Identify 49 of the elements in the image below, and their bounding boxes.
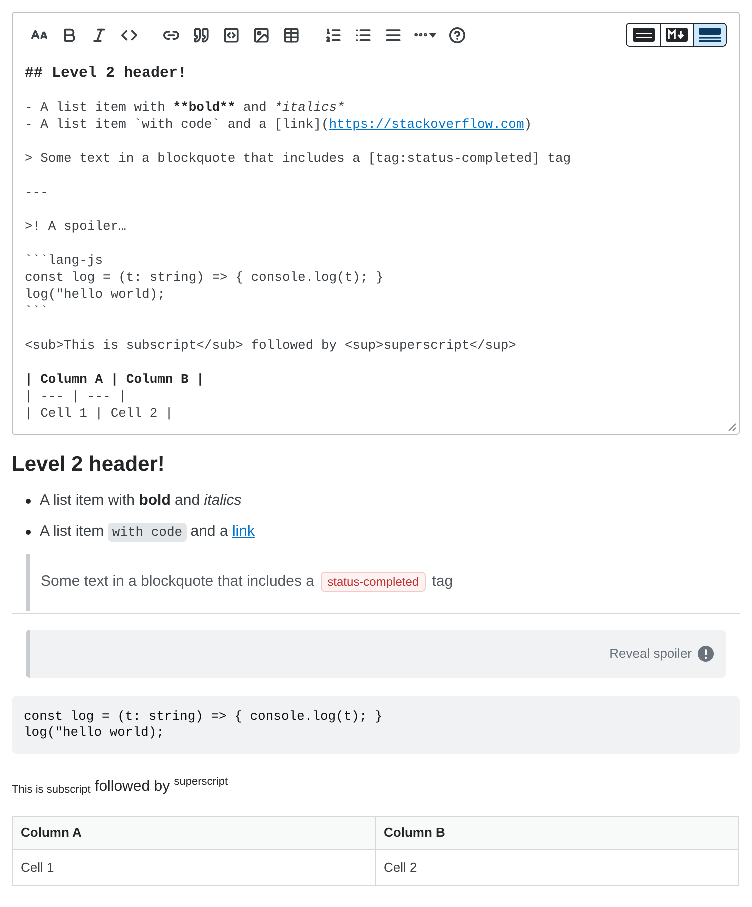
italic-icon [90, 26, 108, 44]
url-link[interactable]: https://stackoverflow.com [329, 117, 524, 132]
markdown-editor[interactable] [12, 12, 740, 435]
reveal-spoiler-label[interactable]: Reveal spoiler [610, 644, 692, 664]
caret-icon [429, 32, 437, 38]
preview-heading: Level 2 header! [12, 452, 165, 478]
editor-line: const log = (t: string) => { console.log(t); } [25, 269, 384, 286]
editor-line: - A list item `with code` and a [link](https://stackoverflow.com) [25, 116, 532, 133]
table-cell: Cell 1 [12, 850, 376, 886]
bullet-icon [26, 530, 31, 535]
column-header: Column B [376, 816, 738, 850]
table-icon [282, 26, 300, 44]
bullet-list-icon [354, 26, 372, 44]
list-item-text: A list item with code and a link [40, 522, 255, 543]
quote-icon [192, 26, 210, 44]
editor-line: --- [25, 184, 48, 201]
code-line: log("hello world); [24, 724, 164, 740]
editor-line: - A list item with **bold** and *italics* [25, 99, 345, 116]
markdown-icon [666, 28, 688, 42]
editor-line: | Column A | Column B | [25, 371, 204, 388]
resize-grip-icon[interactable] [728, 423, 737, 432]
code-block-icon [222, 26, 240, 44]
table-cell: Cell 2 [376, 850, 738, 886]
editor-line: <sub>This is subscript</sub> followed by <sup>superscript</sup> [25, 337, 516, 354]
rich-text-icon [632, 28, 654, 42]
split-view-icon [699, 28, 721, 42]
numbered-list-icon [324, 26, 342, 44]
list-item-text: A list item with bold and italics [40, 491, 242, 511]
editor-line: | --- | --- | [25, 388, 126, 405]
blockquote-text: Some text in a blockquote that includes a status-completed tag [41, 573, 454, 590]
sub-sup-text: $_{This is subscript}$ followed by $^{superscript}$ [12, 776, 228, 798]
editor-line: > Some text in a blockquote that includes a [tag:status-completed] tag [25, 150, 572, 167]
link[interactable]: link [232, 523, 255, 540]
horizontal-rule-icon [384, 26, 402, 44]
editor-line: log("hello world); [25, 286, 166, 303]
exclamation-icon [698, 646, 714, 662]
tag[interactable]: status-completed [320, 572, 426, 592]
code-line: const log = (t: string) => { console.log(t); } [24, 708, 383, 724]
editor-line: ``` [25, 303, 48, 320]
help-icon [448, 26, 466, 44]
editor-line: >! A spoiler… [25, 218, 126, 235]
editor-line: | Cell 1 | Cell 2 | [25, 405, 174, 422]
editor-line: ## Level 2 header! [25, 65, 188, 82]
view-mode-button[interactable] [693, 24, 726, 46]
editor-line: ```lang-js [25, 252, 104, 269]
bullet-icon [26, 498, 31, 504]
column-header: Column A [12, 816, 376, 850]
image-icon [252, 26, 270, 44]
spoiler-block[interactable]: Reveal spoiler [26, 630, 726, 678]
